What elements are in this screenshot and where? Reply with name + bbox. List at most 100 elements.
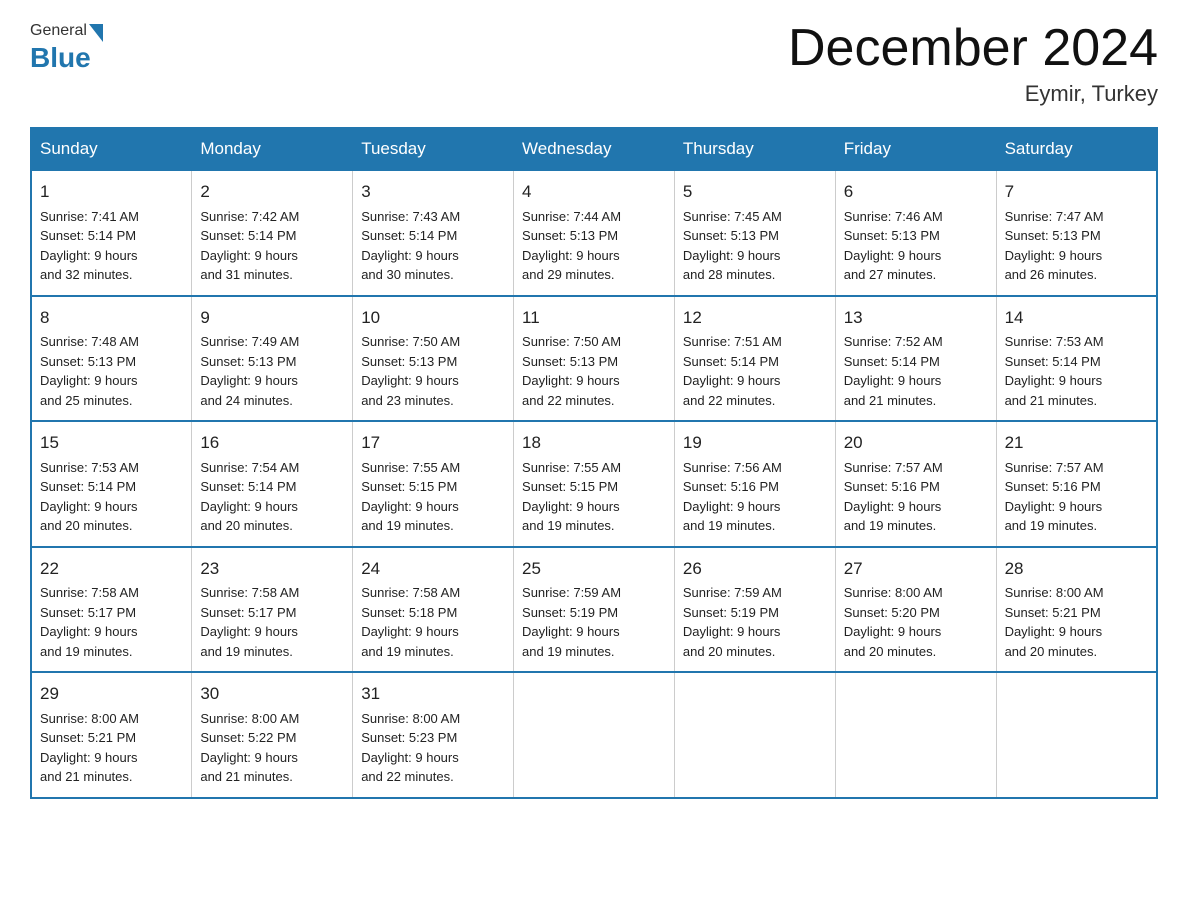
day-number: 12 (683, 305, 827, 331)
sunrise-info: Sunrise: 7:56 AM (683, 460, 782, 475)
day-cell: 2Sunrise: 7:42 AMSunset: 5:14 PMDaylight… (192, 170, 353, 296)
daylight-minutes: and 21 minutes. (40, 769, 133, 784)
day-cell (674, 672, 835, 798)
day-number: 29 (40, 681, 183, 707)
day-number: 14 (1005, 305, 1148, 331)
daylight-info: Daylight: 9 hours (522, 499, 620, 514)
sunset-info: Sunset: 5:14 PM (40, 228, 136, 243)
col-header-tuesday: Tuesday (353, 128, 514, 170)
logo-general-text: General (30, 22, 87, 40)
day-cell: 25Sunrise: 7:59 AMSunset: 5:19 PMDayligh… (514, 547, 675, 673)
sunset-info: Sunset: 5:17 PM (200, 605, 296, 620)
sunrise-info: Sunrise: 8:00 AM (361, 711, 460, 726)
sunrise-info: Sunrise: 7:44 AM (522, 209, 621, 224)
day-number: 27 (844, 556, 988, 582)
sunset-info: Sunset: 5:13 PM (522, 228, 618, 243)
daylight-info: Daylight: 9 hours (844, 248, 942, 263)
sunrise-info: Sunrise: 7:43 AM (361, 209, 460, 224)
week-row-5: 29Sunrise: 8:00 AMSunset: 5:21 PMDayligh… (31, 672, 1157, 798)
daylight-info: Daylight: 9 hours (683, 499, 781, 514)
daylight-minutes: and 26 minutes. (1005, 267, 1098, 282)
col-header-monday: Monday (192, 128, 353, 170)
daylight-minutes: and 24 minutes. (200, 393, 293, 408)
month-year-title: December 2024 (788, 20, 1158, 77)
sunset-info: Sunset: 5:15 PM (522, 479, 618, 494)
sunset-info: Sunset: 5:16 PM (1005, 479, 1101, 494)
daylight-info: Daylight: 9 hours (361, 624, 459, 639)
daylight-info: Daylight: 9 hours (200, 750, 298, 765)
daylight-minutes: and 19 minutes. (40, 644, 133, 659)
sunset-info: Sunset: 5:14 PM (361, 228, 457, 243)
sunset-info: Sunset: 5:13 PM (683, 228, 779, 243)
sunrise-info: Sunrise: 8:00 AM (1005, 585, 1104, 600)
day-cell: 6Sunrise: 7:46 AMSunset: 5:13 PMDaylight… (835, 170, 996, 296)
sunrise-info: Sunrise: 7:50 AM (522, 334, 621, 349)
week-row-1: 1Sunrise: 7:41 AMSunset: 5:14 PMDaylight… (31, 170, 1157, 296)
week-row-2: 8 Sunrise: 7:48 AM Sunset: 5:13 PM Daylight… (31, 296, 1157, 422)
daylight-minutes: and 22 minutes. (522, 393, 615, 408)
sunrise-info: Sunrise: 7:46 AM (844, 209, 943, 224)
daylight-minutes: and 20 minutes. (200, 518, 293, 533)
day-cell: 11Sunrise: 7:50 AMSunset: 5:13 PMDayligh… (514, 296, 675, 422)
daylight-minutes: and 20 minutes. (40, 518, 133, 533)
day-number: 4 (522, 179, 666, 205)
daylight-minutes: and 21 minutes. (844, 393, 937, 408)
day-cell: 15Sunrise: 7:53 AMSunset: 5:14 PMDayligh… (31, 421, 192, 547)
sunrise-info: Sunrise: 7:55 AM (522, 460, 621, 475)
sunrise-info: Sunrise: 7:59 AM (522, 585, 621, 600)
daylight-minutes: and 28 minutes. (683, 267, 776, 282)
daylight-minutes: and 22 minutes. (361, 769, 454, 784)
daylight-info: Daylight: 9 hours (683, 248, 781, 263)
daylight-info: Daylight: 9 hours (40, 373, 138, 388)
calendar-header-row: SundayMondayTuesdayWednesdayThursdayFrid… (31, 128, 1157, 170)
day-number: 17 (361, 430, 505, 456)
day-number: 20 (844, 430, 988, 456)
day-cell: 4 Sunrise: 7:44 AM Sunset: 5:13 PM Daylight… (514, 170, 675, 296)
sunrise-info: Sunrise: 7:49 AM (200, 334, 299, 349)
sunrise-info: Sunrise: 7:53 AM (40, 460, 139, 475)
day-cell (996, 672, 1157, 798)
col-header-friday: Friday (835, 128, 996, 170)
day-number: 16 (200, 430, 344, 456)
day-number: 8 (40, 305, 183, 331)
sunset-info: Sunset: 5:23 PM (361, 730, 457, 745)
sunrise-info: Sunrise: 7:50 AM (361, 334, 460, 349)
logo-blue-text: Blue (30, 42, 91, 74)
daylight-minutes: and 27 minutes. (844, 267, 937, 282)
daylight-info: Daylight: 9 hours (683, 624, 781, 639)
sunset-info: Sunset: 5:14 PM (844, 354, 940, 369)
daylight-minutes: and 20 minutes. (1005, 644, 1098, 659)
sunrise-info: Sunrise: 7:58 AM (200, 585, 299, 600)
sunset-info: Sunset: 5:13 PM (361, 354, 457, 369)
daylight-minutes: and 25 minutes. (40, 393, 133, 408)
daylight-minutes: and 23 minutes. (361, 393, 454, 408)
daylight-info: Daylight: 9 hours (844, 499, 942, 514)
daylight-info: Daylight: 9 hours (40, 624, 138, 639)
sunrise-info: Sunrise: 7:55 AM (361, 460, 460, 475)
day-number: 26 (683, 556, 827, 582)
sunrise-info: Sunrise: 7:48 AM (40, 334, 139, 349)
sunset-info: Sunset: 5:13 PM (200, 354, 296, 369)
day-cell: 26Sunrise: 7:59 AMSunset: 5:19 PMDayligh… (674, 547, 835, 673)
logo: General Blue (30, 20, 103, 74)
sunset-info: Sunset: 5:19 PM (522, 605, 618, 620)
daylight-minutes: and 19 minutes. (522, 644, 615, 659)
location-title: Eymir, Turkey (788, 81, 1158, 107)
daylight-info: Daylight: 9 hours (522, 248, 620, 263)
day-number: 10 (361, 305, 505, 331)
sunset-info: Sunset: 5:22 PM (200, 730, 296, 745)
day-cell: 30Sunrise: 8:00 AMSunset: 5:22 PMDayligh… (192, 672, 353, 798)
sunrise-info: Sunrise: 8:00 AM (40, 711, 139, 726)
daylight-minutes: and 20 minutes. (844, 644, 937, 659)
daylight-minutes: and 21 minutes. (1005, 393, 1098, 408)
daylight-info: Daylight: 9 hours (200, 499, 298, 514)
daylight-minutes: and 21 minutes. (200, 769, 293, 784)
sunset-info: Sunset: 5:14 PM (1005, 354, 1101, 369)
sunset-info: Sunset: 5:13 PM (522, 354, 618, 369)
day-number: 30 (200, 681, 344, 707)
daylight-minutes: and 19 minutes. (1005, 518, 1098, 533)
daylight-minutes: and 19 minutes. (361, 518, 454, 533)
daylight-info: Daylight: 9 hours (361, 750, 459, 765)
calendar-table: SundayMondayTuesdayWednesdayThursdayFrid… (30, 127, 1158, 799)
sunset-info: Sunset: 5:17 PM (40, 605, 136, 620)
